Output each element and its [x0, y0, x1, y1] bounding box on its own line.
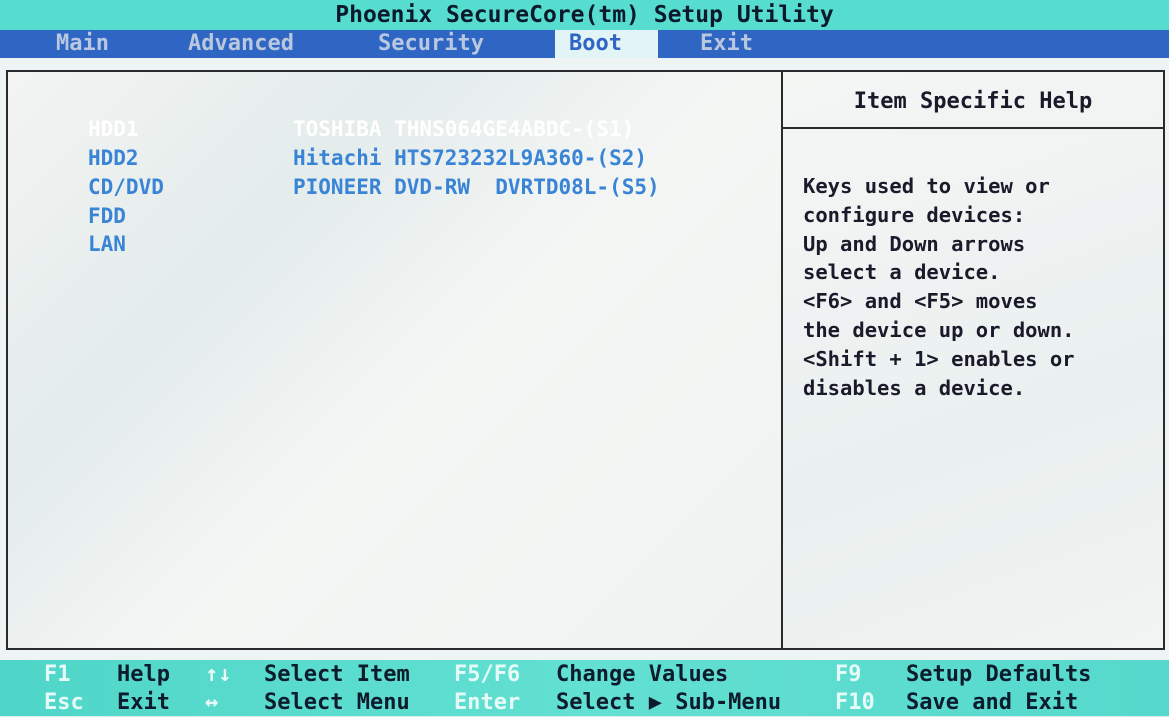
tab-advanced[interactable]: Advanced	[188, 30, 294, 58]
boot-device-row[interactable]: LAN	[8, 230, 778, 258]
help-line: disables a device.	[803, 375, 1026, 400]
boot-device-row[interactable]: FDD	[8, 202, 778, 230]
help-line: the device up or down.	[803, 317, 1075, 342]
key-save-exit-label: Save and Exit	[906, 690, 1079, 715]
help-title: Item Specific Help	[783, 72, 1163, 129]
key-f10: F10	[835, 690, 875, 715]
updown-arrows-icon: ↑↓	[205, 662, 232, 687]
key-f1: F1	[44, 662, 71, 687]
tab-boot[interactable]: Boot	[555, 30, 658, 58]
key-select-item-label: Select Item	[264, 662, 410, 687]
boot-device-row[interactable]: HDD1 TOSHIBA THNS064GE4ABDC-(S1)	[8, 115, 778, 143]
menu-bar: Main Advanced Security Boot Exit	[0, 30, 1169, 58]
device-name: FDD	[88, 204, 126, 228]
device-description: PIONEER DVD-RW DVRTD08L-(S5)	[293, 175, 660, 199]
key-enter: Enter	[454, 690, 521, 715]
device-description: Hitachi HTS723232L9A360-(S2)	[293, 146, 648, 170]
leftright-arrows-icon: ↔	[205, 690, 219, 715]
key-esc: Esc	[44, 690, 84, 715]
key-f5-f6: F5/F6	[454, 662, 521, 687]
device-name: HDD2	[88, 146, 139, 170]
device-name: CD/DVD	[88, 175, 164, 199]
key-select-submenu-label: Select ▶ Sub-Menu	[556, 690, 782, 715]
help-line: Up and Down arrows	[803, 231, 1026, 256]
device-description: TOSHIBA THNS064GE4ABDC-(S1)	[293, 117, 635, 141]
help-line: Keys used to view or	[803, 174, 1050, 198]
key-f9: F9	[835, 662, 862, 687]
tab-exit[interactable]: Exit	[700, 30, 753, 58]
key-select-menu-label: Select Menu	[264, 690, 410, 715]
boot-device-panel: HDD1 TOSHIBA THNS064GE4ABDC-(S1) HDD2 Hi…	[6, 70, 782, 650]
key-exit-label: Exit	[117, 690, 170, 715]
device-name: LAN	[88, 232, 126, 256]
item-help-panel: Item Specific Help Keys used to view or …	[781, 70, 1165, 650]
window-title: Phoenix SecureCore(tm) Setup Utility	[0, 0, 1169, 30]
boot-device-row[interactable]: CD/DVD PIONEER DVD-RW DVRTD08L-(S5)	[8, 173, 778, 201]
main-frame: HDD1 TOSHIBA THNS064GE4ABDC-(S1) HDD2 Hi…	[0, 58, 1169, 660]
help-line: <Shift + 1> enables or	[803, 346, 1075, 371]
tab-main[interactable]: Main	[56, 30, 109, 58]
key-legend-bar: F1 Help ↑↓ Select Item F5/F6 Change Valu…	[0, 660, 1169, 716]
help-line: select a device.	[803, 260, 1001, 285]
key-help-label: Help	[117, 662, 170, 687]
key-setup-defaults-label: Setup Defaults	[906, 662, 1092, 687]
boot-device-row[interactable]: HDD2 Hitachi HTS723232L9A360-(S2)	[8, 144, 778, 172]
tab-security[interactable]: Security	[378, 30, 484, 58]
help-text: Keys used to view or configure devices: …	[803, 172, 1155, 402]
help-line: configure devices:	[803, 202, 1026, 227]
help-line: <F6> and <F5> moves	[803, 289, 1038, 314]
device-name: HDD1	[88, 117, 139, 141]
key-change-values-label: Change Values	[556, 662, 729, 687]
